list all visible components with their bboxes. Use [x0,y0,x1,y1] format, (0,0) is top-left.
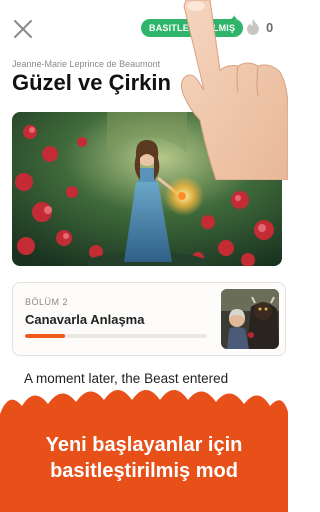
promo-line-1: Yeni başlayanlar için [45,434,243,456]
book-author: Jeanne-Marie Leprince de Beaumont [12,59,161,69]
chapter-progress-bar [25,334,207,338]
simplified-label: BASITLEŞTIRILMIŞ [149,23,236,33]
flame-icon [247,19,259,35]
chapter-progress-fill [25,334,66,338]
promo-line-2: basitleştirilmiş mod [50,460,238,482]
simplified-mode-toggle[interactable]: BASITLEŞTIRILMIŞ [141,19,244,37]
book-title: Güzel ve Çirkin [12,70,171,95]
streak-counter[interactable]: 0 [246,19,273,35]
book-cover-image [12,112,282,266]
close-icon [14,20,32,38]
sparkle-icon: ✦ [230,14,239,25]
promo-banner: Yeni başlayanlar için basitleştirilmiş m… [0,382,288,512]
close-button[interactable] [12,18,34,40]
chapter-card[interactable]: BÖLÜM 2 Canavarla Anlaşma [12,282,286,356]
streak-count: 0 [266,19,274,35]
chapter-title: Canavarla Anlaşma [25,312,145,327]
chapter-number: BÖLÜM 2 [25,297,69,307]
chapter-thumbnail [221,289,279,349]
top-bar: BASITLEŞTIRILMIŞ ✦ 0 [0,0,288,56]
